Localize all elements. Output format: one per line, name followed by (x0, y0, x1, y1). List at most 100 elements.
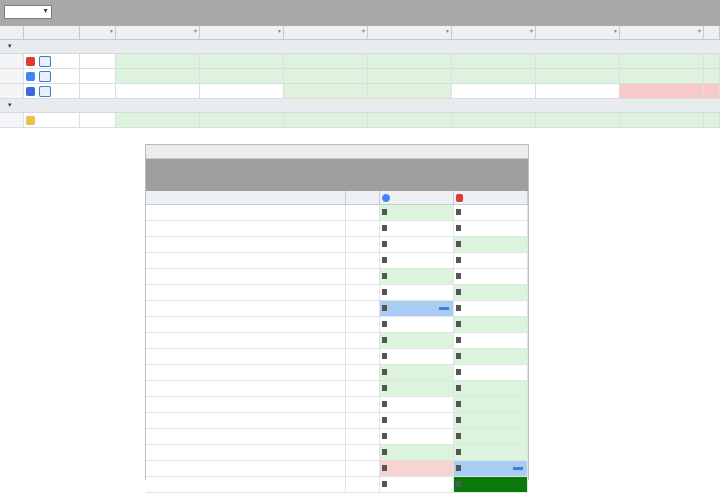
position-marker-icon (382, 225, 387, 231)
keyword-frequency (346, 221, 380, 236)
keyword-frequency (346, 413, 380, 428)
position-marker-icon (382, 337, 387, 343)
position-cell (368, 84, 452, 98)
header-yandex[interactable] (454, 191, 528, 204)
engine-cell[interactable] (24, 54, 80, 68)
header-phrase[interactable] (146, 191, 346, 204)
keyword-row[interactable] (146, 253, 528, 269)
position-cell (284, 113, 368, 127)
total-value (80, 84, 116, 98)
grid-column-header[interactable]: ▾ (620, 26, 704, 39)
engine-cell[interactable] (24, 84, 80, 98)
sort-arrow-icon[interactable]: ▾ (278, 26, 281, 39)
collapse-toggle-icon[interactable]: ▾ (8, 99, 12, 112)
details-button[interactable] (39, 70, 51, 82)
grid-column-header[interactable] (24, 26, 80, 39)
keyword-row[interactable] (146, 349, 528, 365)
keyword-phrase (146, 413, 346, 428)
position-marker-icon (456, 433, 461, 439)
grid-group-row[interactable]: ▾ (0, 40, 720, 54)
period-select[interactable]: ▼ (4, 5, 52, 19)
keyword-row[interactable] (146, 269, 528, 285)
yandex-position (454, 333, 528, 348)
keyword-row[interactable] (146, 461, 528, 477)
keyword-row[interactable] (146, 365, 528, 381)
keyword-phrase (146, 429, 346, 444)
keyword-row[interactable] (146, 381, 528, 397)
keyword-frequency (346, 365, 380, 380)
keyword-phrase (146, 445, 346, 460)
sort-arrow-icon[interactable]: ▾ (614, 26, 617, 39)
grid-column-header[interactable]: ▾ (80, 26, 116, 39)
position-cell (284, 84, 368, 98)
position-marker-icon (456, 401, 461, 407)
grid-column-header[interactable]: ▾ (116, 26, 200, 39)
header-number[interactable] (346, 191, 380, 204)
yandex-position (454, 221, 528, 236)
keyword-frequency (346, 237, 380, 252)
keyword-phrase (146, 333, 346, 348)
yandex-position (454, 365, 528, 380)
collapse-toggle-icon[interactable]: ▾ (8, 40, 12, 53)
panel-title (146, 145, 528, 159)
keyword-row[interactable] (146, 285, 528, 301)
keyword-row[interactable] (146, 477, 528, 493)
position-marker-icon (456, 481, 461, 487)
details-button[interactable] (39, 85, 51, 97)
position-marker-icon (456, 289, 461, 295)
position-cell (368, 113, 452, 127)
engine-cell[interactable] (24, 69, 80, 83)
keyword-phrase (146, 285, 346, 300)
yandex-position (454, 285, 528, 300)
position-marker-icon (456, 305, 461, 311)
yandex-logo-icon (26, 56, 35, 66)
position-marker-icon (456, 225, 461, 231)
position-marker-icon (382, 353, 387, 359)
position-cell (704, 84, 720, 98)
keyword-row[interactable] (146, 237, 528, 253)
yandex-position (454, 413, 528, 428)
sort-arrow-icon[interactable]: ▾ (110, 26, 113, 39)
header-google[interactable] (380, 191, 454, 204)
position-marker-icon (456, 321, 461, 327)
keyword-row[interactable] (146, 205, 528, 221)
grid-column-header[interactable] (0, 26, 24, 39)
row-indent (0, 54, 24, 68)
folder-icon (26, 115, 35, 125)
keyword-row[interactable] (146, 317, 528, 333)
details-button[interactable] (39, 55, 51, 67)
sort-arrow-icon[interactable]: ▾ (194, 26, 197, 39)
grid-column-header[interactable]: ▾ (368, 26, 452, 39)
engine-cell[interactable] (24, 113, 80, 127)
google-position (380, 397, 454, 412)
keyword-row[interactable] (146, 333, 528, 349)
position-marker-icon (456, 417, 461, 423)
keyword-row[interactable] (146, 301, 528, 317)
grid-column-header[interactable]: ▾ (452, 26, 536, 39)
yandex-position (454, 205, 528, 220)
position-cell (620, 54, 704, 68)
position-marker-icon (456, 449, 461, 455)
sort-arrow-icon[interactable]: ▾ (446, 26, 449, 39)
sort-arrow-icon[interactable]: ▾ (698, 26, 701, 39)
grid-column-header[interactable]: ▾ (284, 26, 368, 39)
position-marker-icon (382, 369, 387, 375)
position-marker-icon (456, 241, 461, 247)
yandex-position (454, 301, 528, 316)
sort-arrow-icon[interactable]: ▾ (362, 26, 365, 39)
keyword-row[interactable] (146, 413, 528, 429)
grid-column-header[interactable] (704, 26, 720, 39)
keyword-phrase (146, 477, 346, 492)
sort-arrow-icon[interactable]: ▾ (530, 26, 533, 39)
keyword-row[interactable] (146, 221, 528, 237)
keyword-row[interactable] (146, 397, 528, 413)
keyword-phrase (146, 205, 346, 220)
chevron-down-icon: ▼ (42, 8, 49, 15)
grid-column-header[interactable]: ▾ (536, 26, 620, 39)
grid-group-row[interactable]: ▾ (0, 99, 720, 113)
keyword-row[interactable] (146, 445, 528, 461)
grid-column-header[interactable]: ▾ (200, 26, 284, 39)
total-value (80, 113, 116, 127)
keyword-row[interactable] (146, 429, 528, 445)
yandex-position (454, 477, 528, 492)
